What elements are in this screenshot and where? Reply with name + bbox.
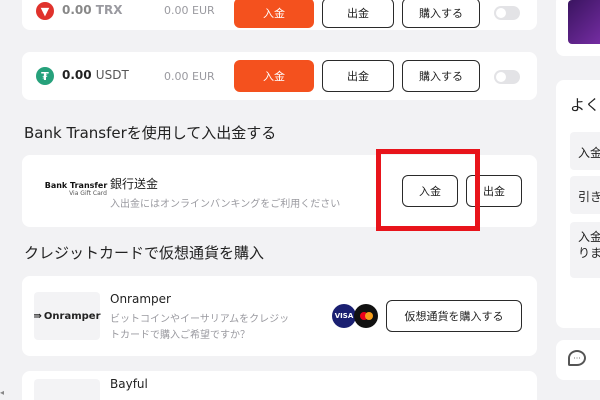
faq-item-1[interactable]: 入金 (570, 132, 600, 170)
chat-icon[interactable]: ··· (568, 350, 586, 366)
faq-item-3-line2: りま (578, 246, 600, 260)
mastercard-icon (354, 304, 378, 328)
chat-card: ··· (556, 340, 600, 380)
bayful-logo (34, 379, 100, 400)
usdt-toggle[interactable] (494, 70, 520, 84)
promo-banner[interactable] (568, 0, 600, 44)
trx-buy-button[interactable]: 購入する (402, 0, 480, 28)
bank-section-title: Bank Transferを使用して入出金する (24, 124, 277, 142)
card-section-title: クレジットカードで仮想通貨を購入 (24, 244, 265, 262)
faq-heading: よく (570, 96, 600, 114)
crypto-row-trx: ▼ 0.00 TRX 0.00 EUR 入金 出金 購入する (22, 0, 537, 30)
onramper-logo: ⇛ Onramper (33, 292, 101, 340)
trx-icon: ▼ (36, 2, 54, 20)
bayful-card: Bayful (22, 371, 537, 400)
usdt-amount: 0.00 USDT (62, 68, 129, 82)
trx-toggle[interactable] (494, 6, 520, 20)
visa-icon: VISA (332, 304, 356, 328)
trx-deposit-button[interactable]: 入金 (234, 0, 314, 28)
scroll-left-arrow[interactable]: ◂ (0, 388, 4, 397)
bank-transfer-name: 銀行送金 (110, 177, 159, 191)
usdt-fiat: 0.00 EUR (164, 70, 215, 83)
crypto-row-usdt: ₮ 0.00 USDT 0.00 EUR 入金 出金 購入する (22, 52, 537, 100)
bank-transfer-logo: Bank Transfer Via Gift Card (44, 181, 108, 197)
faq-item-3-line1: 入金 (578, 230, 600, 244)
onramper-desc-1: ビットコインやイーサリアムをクレジッ (110, 314, 290, 325)
usdt-deposit-button[interactable]: 入金 (234, 60, 314, 92)
faq-item-3[interactable]: 入金 りま (570, 222, 600, 278)
onramper-logo-icon: ⇛ (33, 310, 42, 322)
onramper-desc-2: トカードで購入ご希望ですか？ (110, 330, 250, 341)
usdt-icon: ₮ (36, 67, 54, 85)
onramper-card: ⇛ Onramper Onramper ビットコインやイーサリアムをクレジッ トカ… (22, 276, 537, 356)
buy-crypto-button[interactable]: 仮想通貨を購入する (386, 300, 522, 332)
onramper-name: Onramper (110, 292, 171, 306)
usdt-buy-button[interactable]: 購入する (402, 60, 480, 92)
faq-item-2[interactable]: 引き (570, 176, 600, 214)
highlight-box (376, 149, 480, 231)
bayful-name: Bayful (110, 377, 148, 391)
usdt-withdraw-button[interactable]: 出金 (322, 60, 394, 92)
trx-fiat: 0.00 EUR (164, 4, 215, 17)
bank-transfer-desc: 入出金にはオンラインバンキングをご利用ください (110, 199, 341, 210)
promo-banner-card (556, 0, 600, 56)
trx-withdraw-button[interactable]: 出金 (322, 0, 394, 28)
trx-amount: 0.00 TRX (62, 3, 123, 17)
